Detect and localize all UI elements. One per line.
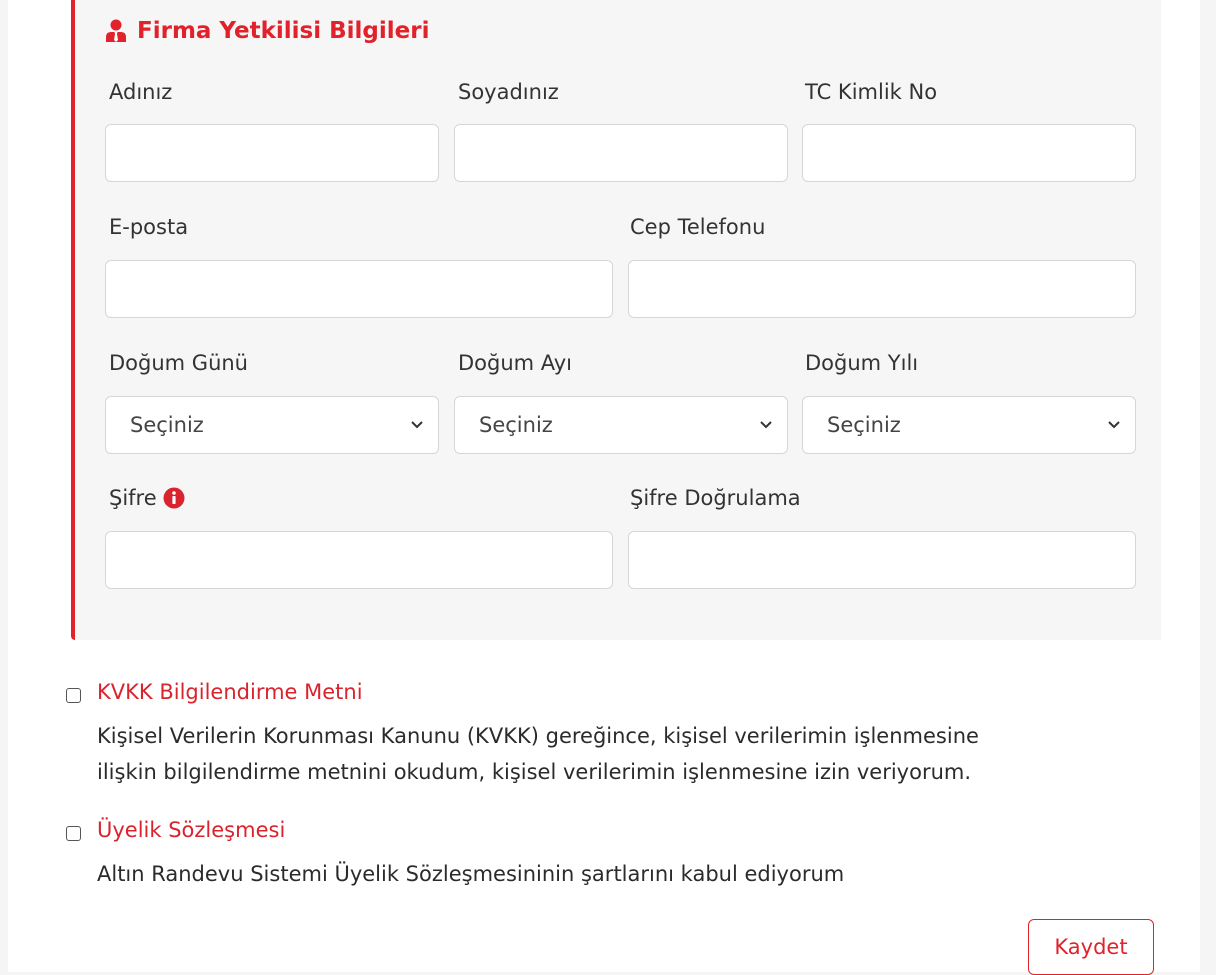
membership-checkbox[interactable] [66, 826, 81, 841]
password-label-group: Şifre [109, 486, 185, 510]
birth-month-selected: Seçiniz [479, 413, 553, 437]
tc-no-input[interactable] [802, 124, 1136, 182]
chevron-down-icon [759, 420, 773, 430]
chevron-down-icon [410, 420, 424, 430]
phone-input[interactable] [628, 260, 1136, 318]
first-name-label: Adınız [109, 80, 173, 104]
birth-month-label: Doğum Ayı [458, 351, 572, 375]
section-title: Firma Yetkilisi Bilgileri [105, 18, 429, 44]
save-button[interactable]: Kaydet [1028, 919, 1154, 975]
birth-day-select[interactable]: Seçiniz [105, 396, 439, 454]
page: Firma Yetkilisi Bilgileri Adınız Soyadın… [8, 0, 1200, 975]
password-confirm-label: Şifre Doğrulama [630, 486, 801, 510]
birth-year-label: Doğum Yılı [805, 351, 919, 375]
membership-description: Altın Randevu Sistemi Üyelik Sözleşmesin… [97, 862, 845, 886]
birth-day-label: Doğum Günü [109, 351, 248, 375]
kvkk-description: Kişisel Verilerin Korunması Kanunu (KVKK… [97, 718, 997, 790]
birth-year-select[interactable]: Seçiniz [802, 396, 1136, 454]
membership-link[interactable]: Üyelik Sözleşmesi [97, 818, 285, 842]
info-circle-icon[interactable] [163, 487, 185, 509]
last-name-input[interactable] [454, 124, 788, 182]
password-confirm-input[interactable] [628, 531, 1136, 589]
birth-year-selected: Seçiniz [827, 413, 901, 437]
user-tie-icon [105, 19, 127, 43]
kvkk-link[interactable]: KVKK Bilgilendirme Metni [97, 680, 363, 704]
chevron-down-icon [1107, 420, 1121, 430]
password-input[interactable] [105, 531, 613, 589]
last-name-label: Soyadınız [458, 80, 559, 104]
kvkk-description-line-1: Kişisel Verilerin Korunması Kanunu (KVKK… [97, 724, 979, 748]
company-authority-panel: Firma Yetkilisi Bilgileri Adınız Soyadın… [71, 0, 1161, 640]
tc-no-label: TC Kimlik No [805, 80, 938, 104]
email-input[interactable] [105, 260, 613, 318]
password-label: Şifre [109, 486, 157, 510]
section-title-text: Firma Yetkilisi Bilgileri [137, 18, 430, 44]
birth-month-select[interactable]: Seçiniz [454, 396, 788, 454]
email-label: E-posta [109, 215, 189, 239]
birth-day-selected: Seçiniz [130, 413, 204, 437]
kvkk-description-line-2: ilişkin bilgilendirme metnini okudum, ki… [97, 760, 972, 784]
first-name-input[interactable] [105, 124, 439, 182]
phone-label: Cep Telefonu [630, 215, 766, 239]
kvkk-checkbox[interactable] [66, 688, 81, 703]
